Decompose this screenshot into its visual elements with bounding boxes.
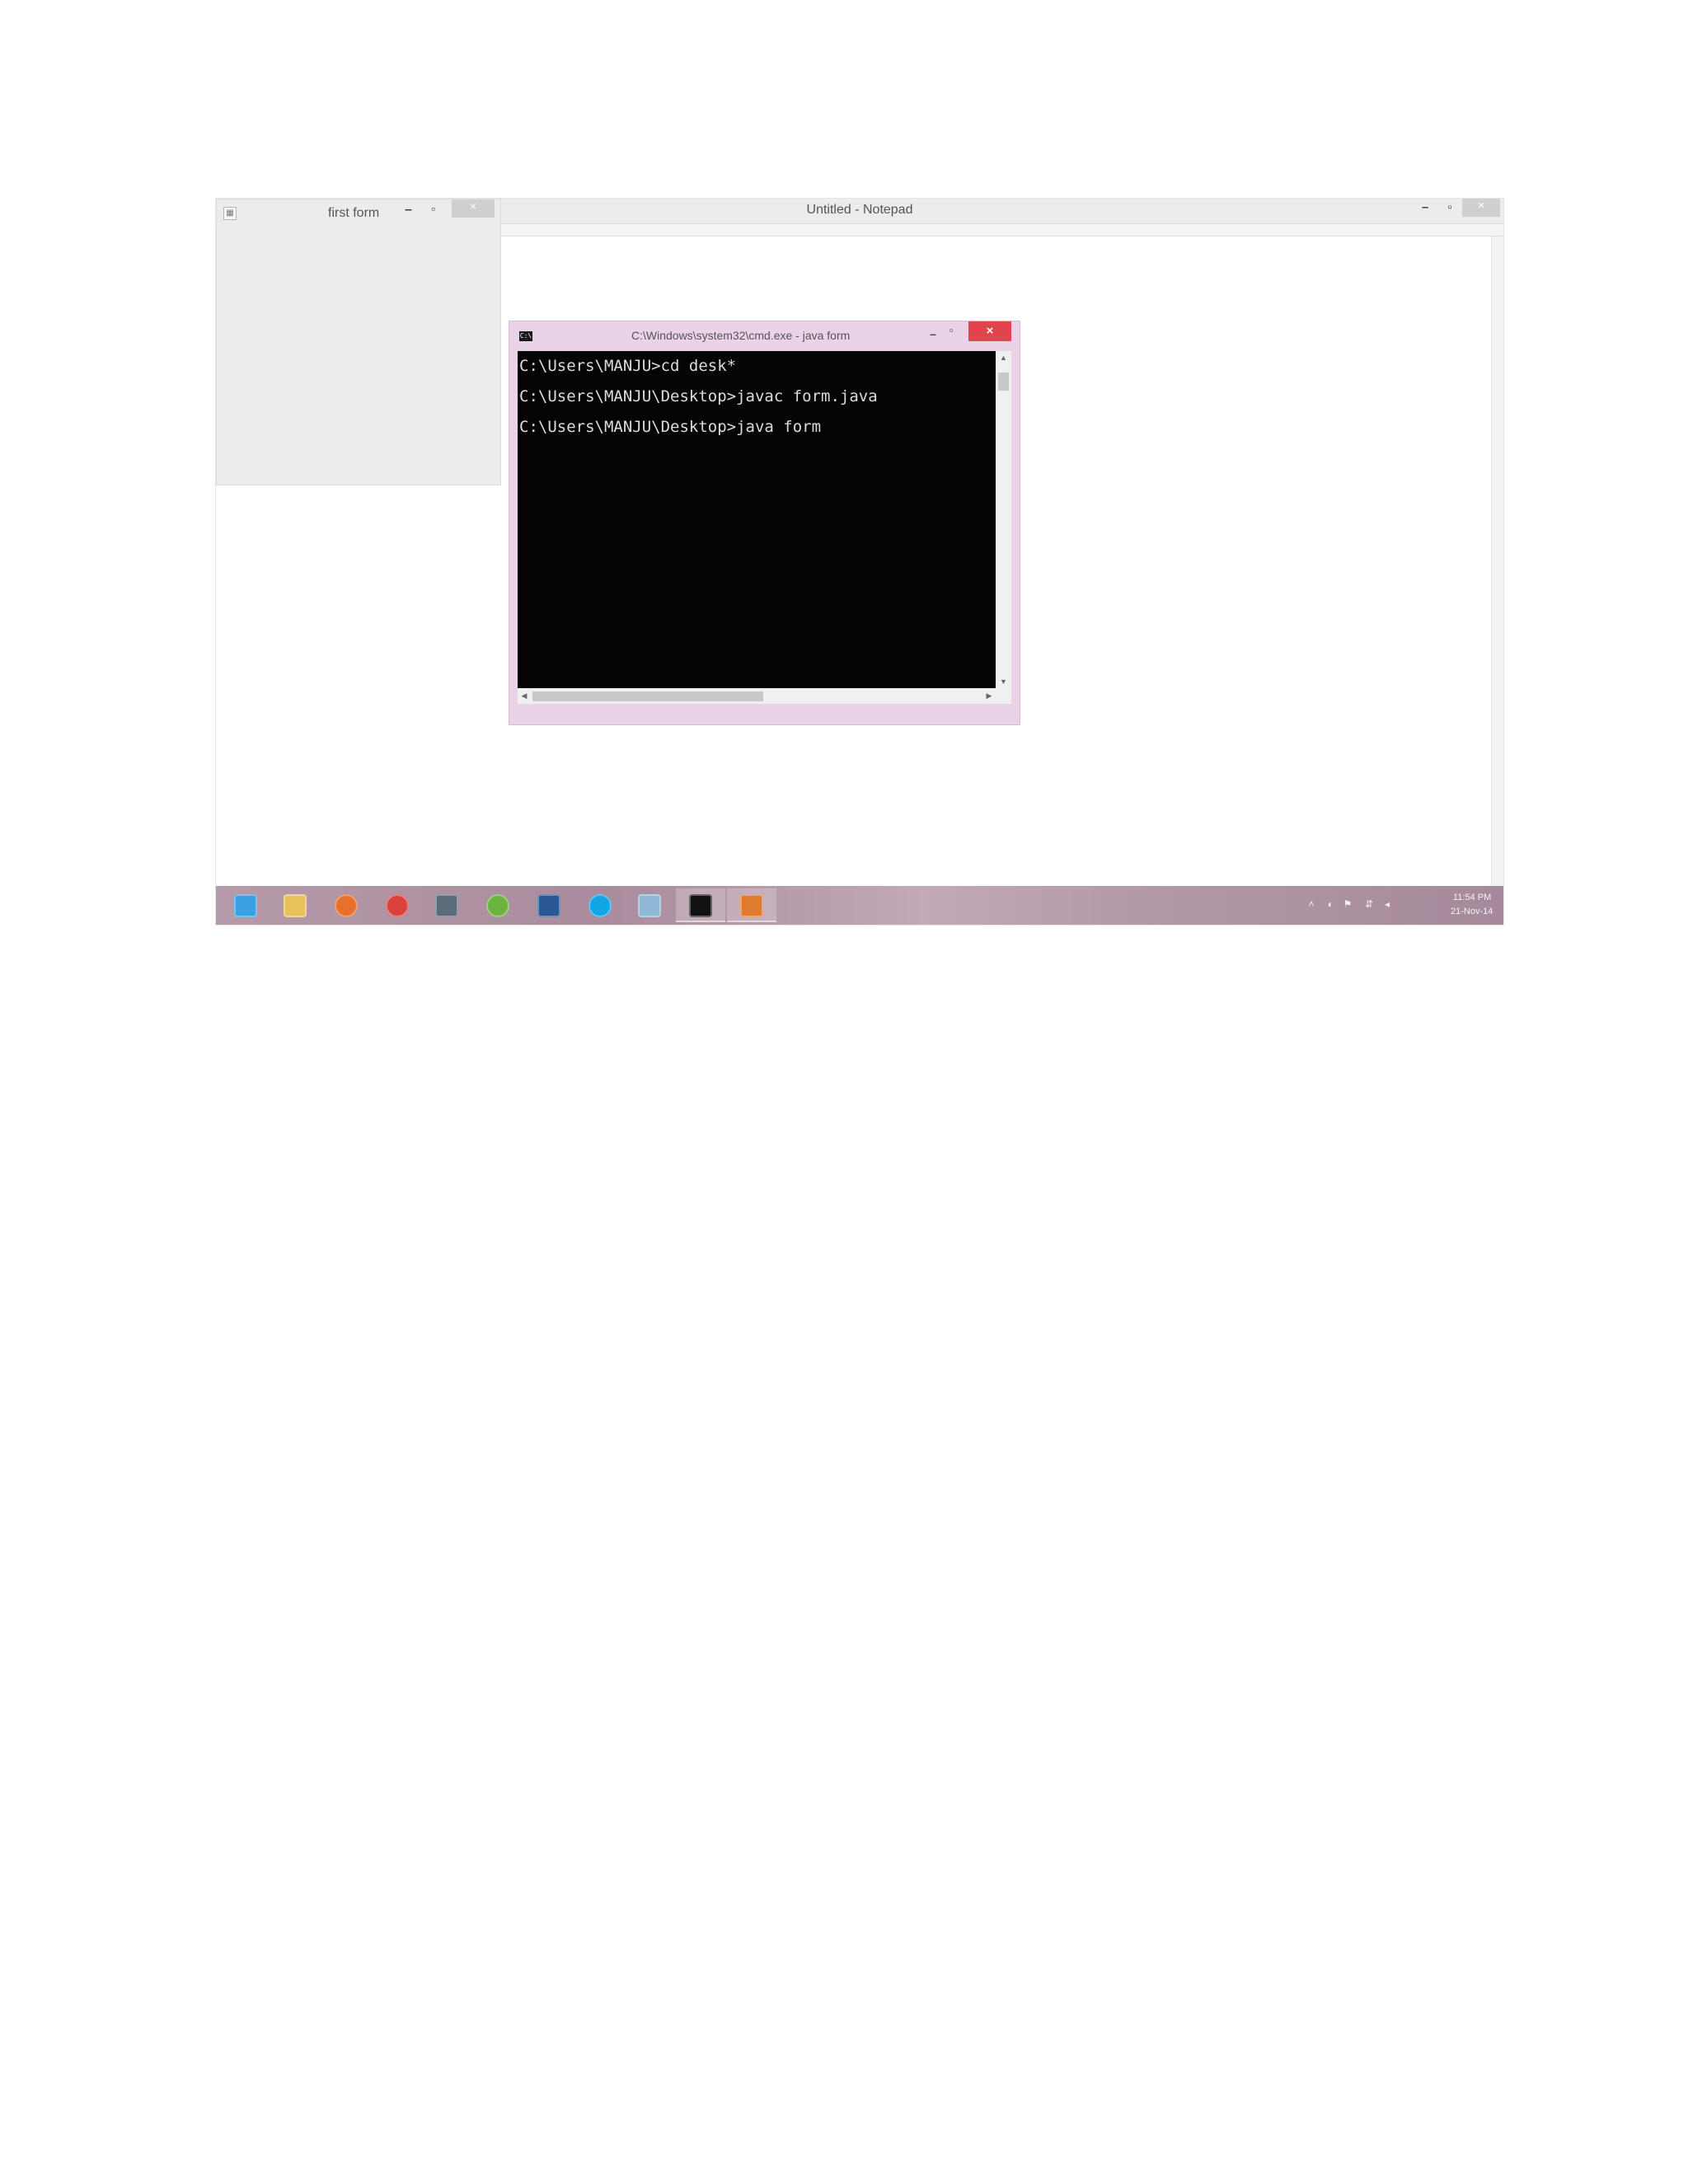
- utorrent-icon: [486, 894, 509, 917]
- cmd-minimize-button[interactable]: –: [930, 327, 936, 340]
- taskbar-button[interactable]: [575, 888, 625, 922]
- internet-explorer-icon: [234, 894, 257, 917]
- scroll-down-arrow-icon[interactable]: ▼: [996, 675, 1011, 688]
- cmd-title: C:\Windows\system32\cmd.exe - java form: [631, 329, 851, 342]
- taskbar-button[interactable]: [524, 888, 574, 922]
- taskbar-button[interactable]: [625, 888, 674, 922]
- taskbar-button[interactable]: [676, 888, 725, 922]
- console-line: C:\Users\MANJU>cd desk*: [519, 357, 737, 375]
- cmd-horizontal-scroll-thumb[interactable]: [532, 691, 763, 701]
- console-output[interactable]: C:\Users\MANJU>cd desk* C:\Users\MANJU\D…: [518, 351, 996, 688]
- taskbar: ˄ ◖ ⚑ ⇵ ◂ 11:54 PM 21-Nov-14: [216, 886, 1503, 925]
- cmd-window-icon: C:\: [519, 331, 532, 341]
- command-prompt-window: C:\ C:\Windows\system32\cmd.exe - java f…: [509, 321, 1020, 725]
- cmd-titlebar[interactable]: C:\ C:\Windows\system32\cmd.exe - java f…: [509, 321, 1020, 351]
- scroll-right-arrow-icon[interactable]: ▶: [982, 688, 996, 704]
- word-icon: [537, 894, 560, 917]
- console-line: C:\Users\MANJU\Desktop>java form: [519, 418, 822, 436]
- taskbar-button[interactable]: [422, 888, 471, 922]
- first-form-maximize-button[interactable]: ▫: [431, 202, 435, 215]
- network-icon[interactable]: ⇵: [1363, 898, 1375, 910]
- system-tray: ˄ ◖ ⚑ ⇵ ◂ 11:54 PM 21-Nov-14: [1302, 886, 1503, 925]
- file-explorer-icon: [284, 894, 307, 917]
- scroll-left-arrow-icon[interactable]: ◀: [518, 688, 531, 704]
- notepad-maximize-button[interactable]: ▫: [1437, 200, 1462, 218]
- notepad-close-button[interactable]: ×: [1462, 199, 1500, 217]
- clock-time[interactable]: 11:54 PM: [1453, 893, 1491, 902]
- clock-date[interactable]: 21-Nov-14: [1451, 907, 1493, 916]
- skype-icon: [588, 894, 612, 917]
- first-form-window: ▦ first form – ▫ ×: [216, 199, 501, 485]
- command-prompt-icon: [689, 894, 712, 917]
- volume-icon[interactable]: ◂: [1381, 898, 1393, 910]
- taskbar-button[interactable]: [727, 888, 776, 922]
- scroll-up-arrow-icon[interactable]: ▲: [996, 351, 1011, 364]
- firefox-icon: [335, 894, 358, 917]
- taskbar-button[interactable]: [321, 888, 371, 922]
- first-form-title: first form: [328, 206, 380, 220]
- camera-icon: [435, 894, 458, 917]
- notepad-minimize-button[interactable]: –: [1413, 200, 1437, 218]
- taskbar-button[interactable]: [373, 888, 422, 922]
- first-form-close-button[interactable]: ×: [452, 199, 495, 218]
- java-frame-icon: ▦: [223, 207, 237, 220]
- taskbar-button[interactable]: [473, 888, 523, 922]
- cmd-maximize-button[interactable]: ▫: [950, 324, 954, 336]
- chrome-icon: [386, 894, 409, 917]
- desktop-screenshot: Untitled - Notepad – ▫ × ▦ first form – …: [216, 199, 1503, 925]
- cmd-vertical-scroll-thumb[interactable]: [998, 373, 1009, 391]
- cmd-close-button[interactable]: ×: [968, 321, 1011, 341]
- speaker-icon[interactable]: ◖: [1324, 898, 1335, 910]
- taskbar-button[interactable]: [221, 888, 270, 922]
- first-form-titlebar[interactable]: ▦ first form – ▫ ×: [217, 199, 500, 226]
- taskbar-button[interactable]: [270, 888, 320, 922]
- app-icon: [638, 894, 661, 917]
- cmd-vertical-scrollbar[interactable]: ▲ ▼: [996, 351, 1011, 688]
- flag-icon[interactable]: ⚑: [1342, 898, 1353, 910]
- console-line: C:\Users\MANJU\Desktop>javac form.java: [519, 387, 878, 405]
- show-hidden-icons-icon[interactable]: ˄: [1306, 898, 1317, 910]
- first-form-minimize-button[interactable]: –: [405, 203, 412, 218]
- cmd-horizontal-scrollbar[interactable]: ◀ ▶: [518, 688, 1011, 704]
- notepad-vertical-scrollbar[interactable]: [1491, 237, 1503, 886]
- first-form-client-area: [217, 226, 500, 485]
- java-icon: [740, 894, 763, 917]
